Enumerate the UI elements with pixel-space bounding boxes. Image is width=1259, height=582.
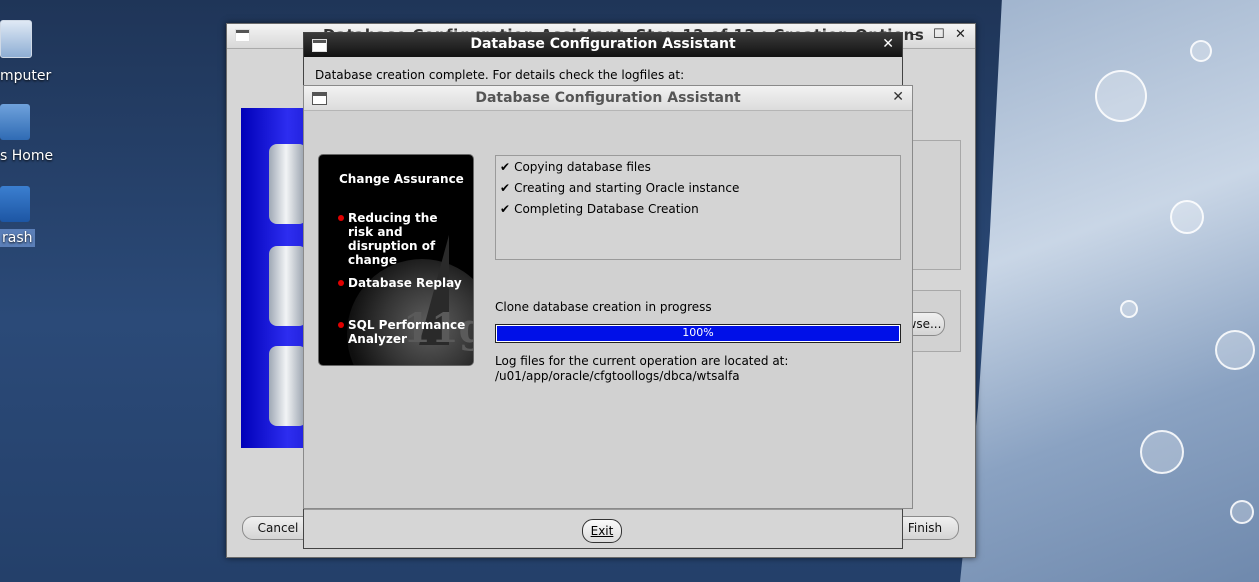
home-folder-icon	[0, 104, 30, 140]
database-cylinder-icon	[269, 246, 307, 326]
wallpaper-bubble	[1215, 330, 1255, 370]
checkmark-icon: ✔	[500, 160, 511, 174]
checkmark-icon: ✔	[500, 181, 511, 195]
step-item: ✔ Copying database files	[500, 160, 651, 174]
promo-image: 11g Change Assurance Reducing the risk a…	[318, 154, 474, 366]
bullet-icon	[338, 215, 344, 221]
step-item: ✔ Creating and starting Oracle instance	[500, 181, 739, 195]
progress-dialog-title: Database Configuration Assistant	[475, 90, 741, 106]
wallpaper-bubble	[1120, 300, 1138, 318]
database-cylinder-icon	[269, 346, 307, 426]
bullet-icon	[338, 280, 344, 286]
desktop-icon-label: mputer	[0, 68, 52, 84]
app-window-icon	[235, 29, 250, 42]
database-cylinder-icon	[269, 144, 307, 224]
wallpaper-bubble	[1170, 200, 1204, 234]
progress-bar: 100%	[495, 324, 901, 343]
close-icon[interactable]: ✕	[892, 89, 904, 105]
minimize-icon[interactable]: –	[911, 27, 918, 42]
exit-button[interactable]: Exit	[582, 519, 622, 543]
completion-message: Database creation complete. For details …	[315, 68, 685, 82]
desktop-icon-label: s Home	[0, 148, 54, 164]
completion-dialog-title: Database Configuration Assistant	[470, 36, 736, 52]
progress-dialog-titlebar[interactable]: Database Configuration Assistant ✕	[304, 86, 912, 111]
log-location-label: Log files for the current operation are …	[495, 354, 789, 368]
checkmark-icon: ✔	[500, 202, 511, 216]
step-label: Completing Database Creation	[514, 202, 699, 216]
steps-list: ✔ Copying database files ✔ Creating and st…	[495, 155, 901, 260]
maximize-icon[interactable]: ☐	[933, 27, 945, 42]
promo-heading: Change Assurance	[339, 172, 464, 186]
desktop-icon-home[interactable]: s Home	[0, 104, 70, 168]
step-item: ✔ Completing Database Creation	[500, 202, 699, 216]
trash-icon	[0, 186, 30, 222]
promo-item: Database Replay	[348, 276, 462, 290]
desktop-icon-trash[interactable]: rash	[0, 186, 70, 250]
completion-dialog-footer: Exit	[304, 509, 902, 548]
step-label: Copying database files	[514, 160, 651, 174]
log-path: /u01/app/oracle/cfgtoollogs/dbca/wtsalfa	[495, 369, 740, 383]
progress-percent: 100%	[682, 326, 714, 339]
wallpaper-bubble	[1190, 40, 1212, 62]
desktop-icon-computer[interactable]: mputer	[0, 20, 70, 90]
progress-label: Clone database creation in progress	[495, 300, 712, 314]
close-icon[interactable]: ✕	[955, 27, 966, 42]
promo-item: Reducing the risk and disruption of chan…	[348, 211, 438, 267]
computer-icon	[0, 20, 32, 58]
desktop-icon-label: rash	[0, 229, 35, 247]
promo-item: SQL Performance Analyzer	[348, 318, 466, 346]
completion-dialog-titlebar[interactable]: Database Configuration Assistant ✕	[304, 33, 902, 57]
step-label: Creating and starting Oracle instance	[514, 181, 740, 195]
wallpaper-bubble	[1140, 430, 1184, 474]
exit-button-label: Exit	[590, 524, 614, 538]
progress-dialog: Database Configuration Assistant ✕ 11g C…	[303, 85, 913, 509]
wallpaper-bubble	[1230, 500, 1254, 524]
bullet-icon	[338, 322, 344, 328]
close-icon[interactable]: ✕	[882, 36, 894, 52]
wallpaper-bubble	[1095, 70, 1147, 122]
